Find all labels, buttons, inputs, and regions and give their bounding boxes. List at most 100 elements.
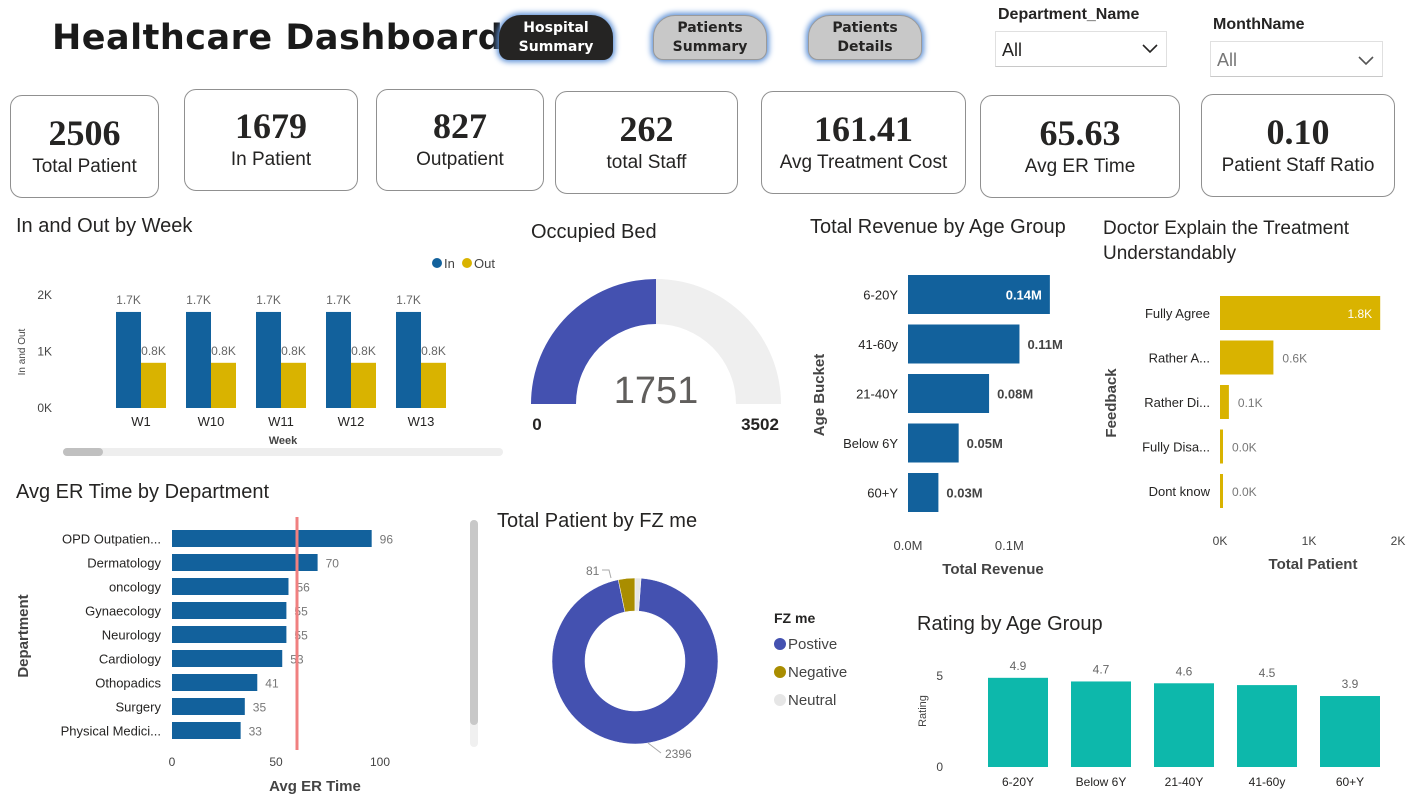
- y-tick-label: 1K: [37, 345, 52, 359]
- data-label: 1.7K: [396, 293, 421, 307]
- category-label: Surgery: [115, 700, 161, 715]
- y-axis-label: Department: [15, 594, 32, 677]
- data-label: 1.8K: [1348, 307, 1373, 321]
- chevron-down-icon: [1358, 56, 1374, 66]
- x-tick-label: W1: [131, 414, 151, 429]
- kpi-avg-treatment-cost-card: 161.41 Avg Treatment Cost: [761, 91, 966, 194]
- x-tick-label: 2K: [1391, 534, 1406, 548]
- x-axis-label: Avg ER Time: [269, 778, 361, 795]
- data-label: 96: [380, 533, 394, 547]
- category-label: Dont know: [1149, 484, 1211, 499]
- kpi-avg-er-time-card: 65.63 Avg ER Time: [980, 95, 1180, 198]
- data-label: 1.7K: [116, 293, 141, 307]
- y-tick-label: 0: [936, 760, 943, 774]
- revenue-bar: [908, 374, 990, 413]
- bar-in: [326, 311, 351, 408]
- kpi-total-staff-card: 262 total Staff: [555, 91, 738, 194]
- category-label: Neurology: [102, 628, 162, 643]
- revenue-chart[interactable]: 6-20Y 0.14M 41-60y 0.11M 21-40Y 0.08M Below 6Y…: [800, 250, 1095, 585]
- nav-hospital-summary-button[interactable]: Hospital Summary: [499, 15, 613, 60]
- leader-line: [647, 742, 662, 754]
- kpi-total-patient-card: 2506 Total Patient: [10, 95, 159, 198]
- x-tick-label: W10: [198, 414, 225, 429]
- scrollbar-thumb[interactable]: [470, 520, 478, 725]
- fz-chart-title: Total Patient by FZ me: [497, 510, 698, 532]
- legend-title: FZ me: [774, 610, 815, 626]
- bar-out: [421, 362, 446, 408]
- x-tick-label: W12: [338, 414, 365, 429]
- y-axis-label: Rating: [917, 695, 929, 727]
- vertical-scrollbar[interactable]: [470, 520, 478, 747]
- data-label: 0.8K: [351, 344, 376, 358]
- bar-out: [141, 362, 166, 408]
- data-label: 0.6K: [1282, 352, 1307, 366]
- kpi-value: 2506: [48, 113, 121, 153]
- data-label: 4.7: [1093, 662, 1110, 676]
- legend-marker: [774, 638, 786, 650]
- data-label: 41: [265, 677, 279, 691]
- kpi-outpatient-card: 827 Outpatient: [376, 89, 544, 191]
- er-chart[interactable]: OPD Outpatien... 96 Dermatology 70 oncology 5…: [0, 510, 470, 798]
- x-axis-label: Week: [269, 435, 298, 447]
- category-label: Othopadics: [95, 676, 161, 691]
- gauge-value: 1751: [614, 370, 699, 412]
- x-tick-label: 0.1M: [995, 538, 1024, 553]
- data-label: 70: [326, 557, 340, 571]
- kpi-label: Outpatient: [416, 149, 504, 170]
- kpi-value: 1679: [235, 106, 307, 146]
- category-label: Rather A...: [1149, 351, 1210, 366]
- data-label: 33: [249, 725, 263, 739]
- legend-label: Negative: [788, 664, 847, 681]
- er-bar: [172, 722, 241, 739]
- bar-out: [211, 362, 236, 408]
- data-label: 0.11M: [1027, 337, 1062, 352]
- er-bar: [172, 602, 287, 619]
- nav-patients-details-button[interactable]: Patients Details: [808, 15, 922, 60]
- rating-chart-title: Rating by Age Group: [917, 613, 1103, 635]
- category-label: 21-40Y: [856, 387, 898, 402]
- data-label: 1.7K: [186, 293, 211, 307]
- x-tick-label: 0: [169, 755, 176, 769]
- kpi-in-patient-card: 1679 In Patient: [184, 89, 358, 191]
- data-label: 0.8K: [281, 344, 306, 358]
- scrollbar-thumb: [63, 448, 103, 456]
- rating-bar: [988, 677, 1048, 767]
- x-tick-label: 41-60y: [1249, 775, 1286, 789]
- x-axis-label: Total Patient: [1269, 556, 1358, 573]
- horizontal-scrollbar: [63, 448, 503, 456]
- data-label: 81: [586, 564, 600, 578]
- doctor-chart[interactable]: Fully Agree 1.8K Rather A... 0.6K Rather Di.…: [1095, 270, 1420, 575]
- chevron-down-icon: [1142, 44, 1158, 54]
- bar-in: [396, 311, 421, 408]
- legend-marker-out: [462, 258, 472, 268]
- nav-patients-summary-button[interactable]: Patients Summary: [653, 15, 767, 60]
- in-out-chart[interactable]: 0K 1K 2K In and Out Week In Out 1.7K 0.8K W1 1.7K 0…: [0, 245, 520, 465]
- x-tick-label: 21-40Y: [1165, 775, 1204, 789]
- er-bar: [172, 650, 283, 667]
- department-slicer-dropdown[interactable]: All: [995, 31, 1167, 67]
- er-bar: [172, 698, 245, 715]
- x-tick-label: W13: [408, 414, 435, 429]
- data-label: 56: [296, 581, 310, 595]
- legend-marker-in: [432, 258, 442, 268]
- rating-bar: [1237, 685, 1297, 767]
- data-label: 0.0K: [1232, 441, 1257, 455]
- category-label: Rather Di...: [1144, 395, 1210, 410]
- kpi-label: Total Patient: [32, 156, 137, 177]
- data-label: 2396: [665, 747, 692, 761]
- legend-label-out: Out: [474, 256, 495, 271]
- legend-label: Neutral: [788, 692, 836, 709]
- category-label: oncology: [109, 580, 162, 595]
- x-tick-label: Below 6Y: [1076, 775, 1127, 789]
- data-label: 0.08M: [997, 387, 1033, 402]
- category-label: Below 6Y: [843, 436, 898, 451]
- x-tick-label: 50: [269, 755, 283, 769]
- month-slicer-dropdown[interactable]: All: [1210, 41, 1383, 77]
- rating-chart[interactable]: 0 5 Rating 4.9 6-20Y 4.7 Below 6Y 4.6 21-40Y 4.5 4…: [905, 645, 1410, 798]
- x-tick-label: 60+Y: [1336, 775, 1364, 789]
- kpi-label: In Patient: [230, 149, 312, 170]
- category-label: 60+Y: [867, 486, 898, 501]
- feedback-bar: [1220, 429, 1223, 464]
- kpi-patient-staff-ratio-card: 0.10 Patient Staff Ratio: [1201, 94, 1395, 197]
- fz-chart[interactable]: 2396 81 FZ me Postive Negative Neutral: [490, 545, 890, 765]
